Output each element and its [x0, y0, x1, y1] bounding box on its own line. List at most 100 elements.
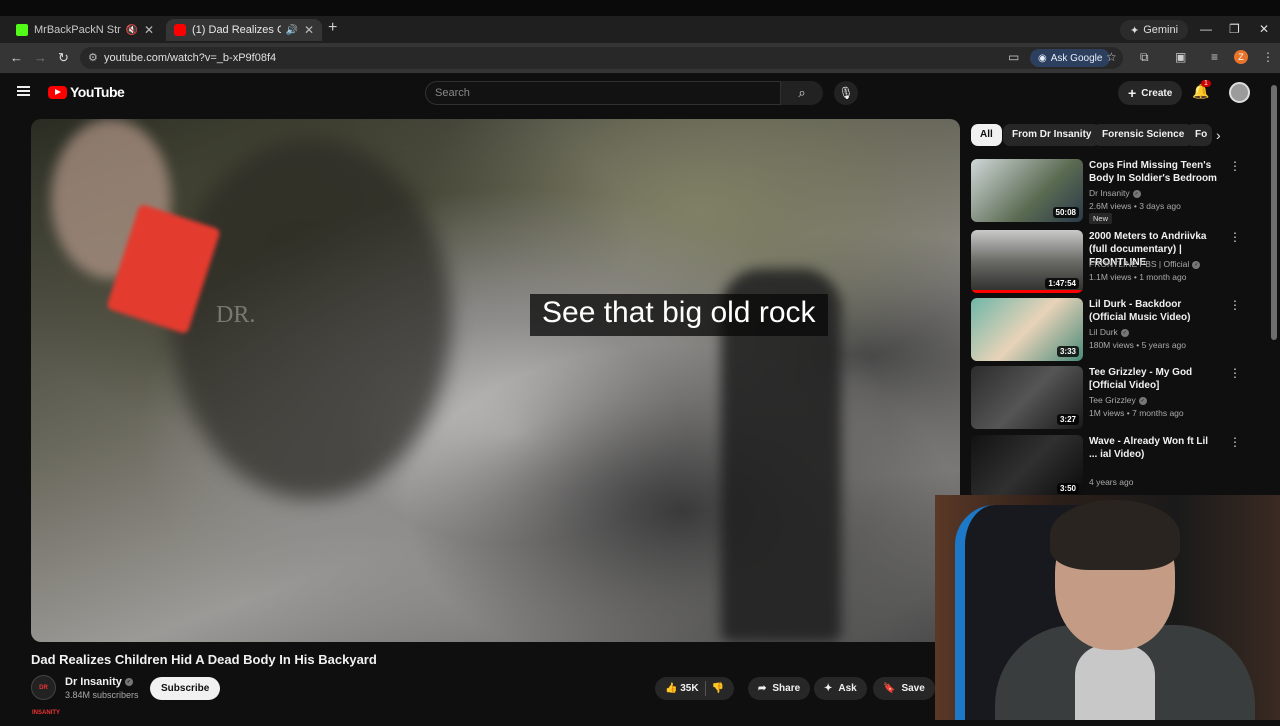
- channel-avatar[interactable]: DR INSANITY: [31, 675, 60, 716]
- video-thumbnail[interactable]: 3:33: [971, 298, 1083, 361]
- recommendation-item[interactable]: 1:47:54 2000 Meters to Andriivka (full do…: [971, 230, 1251, 294]
- create-label: Create: [1141, 87, 1173, 99]
- plus-icon: +: [1128, 85, 1137, 101]
- thumbs-down-icon: 👎: [711, 683, 725, 694]
- streamer-shirt: [1075, 645, 1155, 720]
- create-button[interactable]: + Create: [1118, 81, 1183, 105]
- video-player[interactable]: DR. See that big old rock: [31, 119, 960, 642]
- channel-text: Lil Durk: [1089, 327, 1118, 337]
- tab-title: (1) Dad Realizes Children H: [192, 24, 282, 36]
- recommendation-item[interactable]: 3:33 Lil Durk - Backdoor (Official Music …: [971, 298, 1251, 362]
- channel-text: Dr Insanity: [1089, 188, 1130, 198]
- channel-text: FRONTLINE PBS | Official: [1089, 259, 1190, 269]
- account-avatar[interactable]: [1229, 82, 1250, 103]
- extensions-icon[interactable]: ⧉: [1140, 50, 1149, 65]
- video-thumbnail[interactable]: 3:27: [971, 366, 1083, 429]
- save-button[interactable]: 🔖 Save: [873, 677, 935, 700]
- verified-check-icon: ✓: [1120, 328, 1129, 337]
- new-tab-button[interactable]: +: [328, 19, 337, 37]
- recommendation-meta: 1.1M views • 1 month ago: [1089, 272, 1187, 282]
- site-info-icon[interactable]: ⚙: [88, 51, 98, 64]
- recommendation-channel[interactable]: FRONTLINE PBS | Official ✓: [1089, 259, 1201, 269]
- subscriber-count: 3.84M subscribers: [65, 690, 139, 700]
- video-thumbnail[interactable]: 50:08: [971, 159, 1083, 222]
- youtube-play-icon: [48, 85, 67, 99]
- more-options-icon[interactable]: ⋮: [1229, 298, 1241, 312]
- search-input[interactable]: [426, 82, 780, 104]
- like-count: 35K: [680, 683, 699, 694]
- cast-icon[interactable]: ▭: [1008, 50, 1019, 64]
- recommendation-item[interactable]: 3:27 Tee Grizzley - My God [Official Vide…: [971, 366, 1251, 430]
- chevron-right-icon[interactable]: ›: [1216, 127, 1221, 143]
- video-duration: 3:27: [1056, 414, 1079, 425]
- back-arrow-icon[interactable]: ←: [10, 50, 23, 65]
- more-options-icon[interactable]: ⋮: [1229, 366, 1241, 380]
- forward-arrow-icon[interactable]: →: [34, 50, 47, 65]
- thumbs-up-icon: 👍: [665, 683, 678, 694]
- more-options-icon[interactable]: ⋮: [1229, 159, 1241, 173]
- browser-profile-avatar[interactable]: Z: [1234, 50, 1248, 64]
- recommendation-item[interactable]: 3:50 Wave - Already Won ft Lil ... ial Vi…: [971, 435, 1251, 499]
- recommendation-title[interactable]: Tee Grizzley - My God [Official Video]: [1089, 366, 1219, 392]
- recommendation-item[interactable]: 50:08 Cops Find Missing Teen's Body In So…: [971, 159, 1251, 224]
- bookmark-star-icon[interactable]: ☆: [1106, 50, 1117, 64]
- speaker-icon[interactable]: 🔊: [285, 25, 297, 36]
- gemini-label: Gemini: [1143, 24, 1179, 36]
- tab-youtube-video[interactable]: (1) Dad Realizes Children H 🔊 ✕: [166, 19, 322, 41]
- youtube-header: YouTube ⌕ 🎙 + Create 🔔 1: [0, 73, 1280, 113]
- menu-hamburger-icon[interactable]: [17, 86, 30, 96]
- search-box: [425, 81, 781, 105]
- recommendation-channel[interactable]: Dr Insanity ✓: [1089, 188, 1141, 198]
- more-options-icon[interactable]: ⋮: [1229, 435, 1241, 449]
- chip-all[interactable]: All: [971, 124, 1002, 146]
- recommendation-title[interactable]: Wave - Already Won ft Lil ... ial Video): [1089, 435, 1219, 461]
- close-window-icon[interactable]: ✕: [1259, 22, 1269, 36]
- video-thumbnail[interactable]: 3:50: [971, 435, 1083, 498]
- share-label: Share: [772, 683, 801, 694]
- chip-forensic-science[interactable]: Forensic Science: [1093, 124, 1194, 146]
- video-frame-shadow: [171, 139, 451, 499]
- recommendation-meta: 1M views • 7 months ago: [1089, 408, 1184, 418]
- video-thumbnail[interactable]: 1:47:54: [971, 230, 1083, 293]
- verified-check-icon: ✓: [1138, 396, 1147, 405]
- recommendation-channel[interactable]: Lil Durk ✓: [1089, 327, 1129, 337]
- close-tab-icon[interactable]: ✕: [144, 23, 154, 37]
- muted-speaker-icon[interactable]: 🔇: [125, 25, 137, 36]
- reload-icon[interactable]: ↻: [58, 50, 69, 66]
- youtube-logo[interactable]: YouTube: [48, 84, 125, 100]
- tab-mrbackpackn-stream[interactable]: MrBackPackN Stream - Wat 🔇 ✕: [8, 19, 162, 41]
- streamer-webcam-overlay: [935, 495, 1280, 720]
- page-scrollbar[interactable]: [1271, 85, 1277, 340]
- browser-menu-icon[interactable]: ⋮: [1262, 50, 1274, 64]
- notifications-button[interactable]: 🔔 1: [1192, 80, 1211, 100]
- dislike-button[interactable]: 👎: [712, 683, 724, 694]
- close-tab-icon[interactable]: ✕: [304, 23, 314, 37]
- ask-button[interactable]: ✦ Ask: [814, 677, 867, 700]
- side-panel-icon[interactable]: ▣: [1175, 50, 1186, 64]
- recommendation-channel[interactable]: Tee Grizzley ✓: [1089, 395, 1147, 405]
- restore-window-icon[interactable]: ❐: [1229, 22, 1240, 36]
- lens-icon: ◉: [1038, 52, 1047, 64]
- voice-search-button[interactable]: 🎙: [834, 81, 858, 105]
- gemini-button[interactable]: ✦ Gemini: [1120, 20, 1189, 40]
- minimize-window-icon[interactable]: —: [1200, 22, 1212, 36]
- recommendation-meta: 4 years ago: [1089, 477, 1134, 487]
- subscribe-button[interactable]: Subscribe: [150, 677, 221, 700]
- more-options-icon[interactable]: ⋮: [1229, 230, 1241, 244]
- kick-favicon-icon: [16, 24, 28, 36]
- recommendation-title[interactable]: Lil Durk - Backdoor (Official Music Vide…: [1089, 298, 1219, 324]
- ask-google-button[interactable]: ◉ Ask Google: [1030, 49, 1111, 67]
- microphone-icon: 🎙: [838, 86, 854, 100]
- video-duration: 3:33: [1056, 346, 1079, 357]
- share-button[interactable]: ➦ Share: [748, 677, 811, 700]
- search-button[interactable]: ⌕: [781, 81, 823, 105]
- like-button[interactable]: 👍 35K: [665, 683, 699, 694]
- media-controls-icon[interactable]: ≡: [1211, 50, 1218, 64]
- recommendation-title[interactable]: Cops Find Missing Teen's Body In Soldier…: [1089, 159, 1219, 185]
- address-bar[interactable]: ⚙ youtube.com/watch?v=_b-xP9f08f4: [80, 47, 1123, 69]
- channel-name[interactable]: Dr Insanity ✓: [65, 676, 133, 688]
- ask-google-label: Ask Google: [1050, 52, 1103, 64]
- chip-from-dr-insanity[interactable]: From Dr Insanity: [1003, 124, 1101, 146]
- chip-more[interactable]: Fo: [1186, 124, 1212, 146]
- verified-check-icon: ✓: [124, 678, 133, 687]
